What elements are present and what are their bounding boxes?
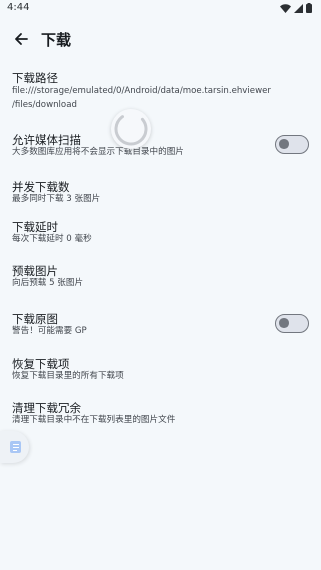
pref-summary-line2: /files/download xyxy=(12,100,77,110)
back-button[interactable] xyxy=(8,26,34,52)
page-title: 下载 xyxy=(41,31,72,49)
pref-clean-redundancy[interactable]: 清理下载冗余 清理下载目录中不在下载列表里的图片文件 xyxy=(0,394,321,432)
pref-summary: 最多同时下载 3 张图片 xyxy=(12,194,101,204)
pref-summary: 每次下载延时 0 毫秒 xyxy=(12,234,92,244)
pref-summary: 警告！可能需要 GP xyxy=(12,326,87,336)
loading-spinner xyxy=(111,109,151,149)
status-bar: 4:44 xyxy=(0,0,321,18)
switch-thumb xyxy=(279,139,289,149)
status-time: 4:44 xyxy=(7,2,30,13)
pref-summary: 恢复下载目录里的所有下载项 xyxy=(12,371,124,381)
pref-summary: file:///storage/emulated/0/Android/data/… xyxy=(12,86,271,96)
pref-preload[interactable]: 预载图片 向后预载 5 张图片 xyxy=(0,257,321,295)
switch-thumb xyxy=(279,318,289,328)
pref-download-path[interactable]: 下载路径 file:///storage/emulated/0/Android/… xyxy=(0,66,321,116)
pref-media-scan[interactable]: 允许媒体扫描 大多数图库应用将不会显示下载目录中的图片 xyxy=(0,126,321,164)
wifi-icon xyxy=(280,3,291,13)
system-icons xyxy=(280,3,312,13)
pref-summary: 清理下载目录中不在下载列表里的图片文件 xyxy=(12,415,176,425)
progress-icon xyxy=(114,112,148,146)
battery-icon xyxy=(306,3,312,13)
top-app-bar: 下载 xyxy=(0,18,321,62)
pref-download-original[interactable]: 下载原图 警告！可能需要 GP xyxy=(0,305,321,343)
pref-restore-downloads[interactable]: 恢复下载项 恢复下载目录里的所有下载项 xyxy=(0,350,321,388)
arrow-back-icon xyxy=(15,33,28,45)
floating-side-tab[interactable] xyxy=(0,431,29,463)
pref-summary: 向后预载 5 张图片 xyxy=(12,278,84,288)
document-icon xyxy=(10,441,21,453)
signal-icon xyxy=(294,3,303,13)
pref-summary: 大多数图库应用将不会显示下载目录中的图片 xyxy=(12,147,184,157)
media-scan-switch[interactable] xyxy=(275,135,309,154)
pref-concurrency[interactable]: 并发下载数 最多同时下载 3 张图片 xyxy=(0,173,321,211)
download-original-switch[interactable] xyxy=(275,314,309,333)
pref-delay[interactable]: 下载延时 每次下载延时 0 毫秒 xyxy=(0,213,321,251)
